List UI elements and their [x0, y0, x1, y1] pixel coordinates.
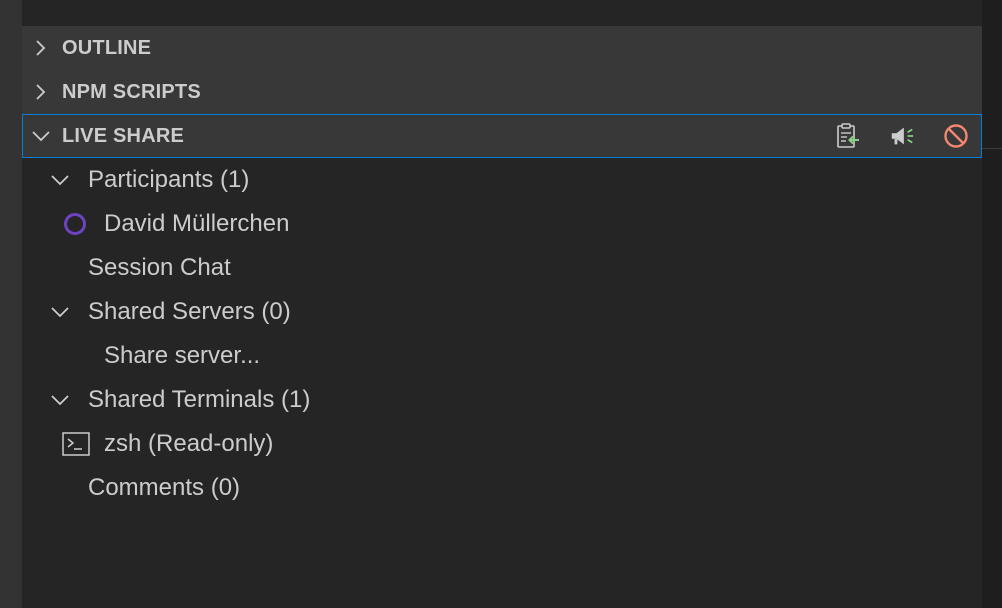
chevron-down-icon[interactable] — [49, 301, 71, 323]
live-share-section-header[interactable]: LIVE SHARE — [22, 114, 982, 158]
chevron-right-icon[interactable] — [30, 37, 52, 59]
tree-item-participants[interactable]: Participants (1) — [22, 158, 982, 202]
terminal-icon — [62, 432, 90, 456]
focus-participants-icon[interactable] — [889, 123, 915, 149]
stop-session-icon[interactable] — [943, 123, 969, 149]
live-share-actions — [835, 115, 969, 157]
chevron-down-icon[interactable] — [49, 169, 71, 191]
chevron-right-icon[interactable] — [30, 81, 52, 103]
npm-scripts-section-header[interactable]: NPM SCRIPTS — [22, 70, 982, 114]
tree-item-comments[interactable]: Comments (0) — [22, 466, 982, 510]
tree-item-session-chat[interactable]: Session Chat — [22, 246, 982, 290]
chevron-down-icon[interactable] — [30, 125, 52, 147]
comments-label: Comments (0) — [88, 474, 241, 501]
participant-name: David Müllerchen — [104, 210, 290, 237]
editor-area-edge — [982, 0, 1002, 608]
chevron-down-icon[interactable] — [49, 389, 71, 411]
share-server-label: Share server... — [104, 342, 261, 369]
npm-scripts-section-title: NPM SCRIPTS — [62, 80, 201, 103]
explorer-sidebar: OUTLINE NPM SCRIPTS LIVE SHARE Participa… — [22, 26, 982, 608]
participant-status-icon — [63, 212, 87, 236]
shared-servers-label: Shared Servers (0) — [88, 298, 291, 325]
copy-link-icon[interactable] — [835, 123, 861, 149]
tree-item-shared-servers[interactable]: Shared Servers (0) — [22, 290, 982, 334]
sidebar-top-area — [22, 0, 982, 26]
editor-divider — [982, 148, 1002, 149]
participants-label: Participants (1) — [88, 166, 250, 193]
tree-item-participant[interactable]: David Müllerchen — [22, 202, 982, 246]
live-share-section-title: LIVE SHARE — [62, 124, 185, 147]
outline-section-title: OUTLINE — [62, 36, 152, 59]
tree-item-terminal[interactable]: zsh (Read-only) — [22, 422, 982, 466]
terminal-label: zsh (Read-only) — [104, 430, 274, 457]
outline-section-header[interactable]: OUTLINE — [22, 26, 982, 70]
session-chat-label: Session Chat — [88, 254, 231, 281]
activity-bar — [0, 0, 22, 608]
shared-terminals-label: Shared Terminals (1) — [88, 386, 311, 413]
tree-item-share-server[interactable]: Share server... — [22, 334, 982, 378]
tree-item-shared-terminals[interactable]: Shared Terminals (1) — [22, 378, 982, 422]
